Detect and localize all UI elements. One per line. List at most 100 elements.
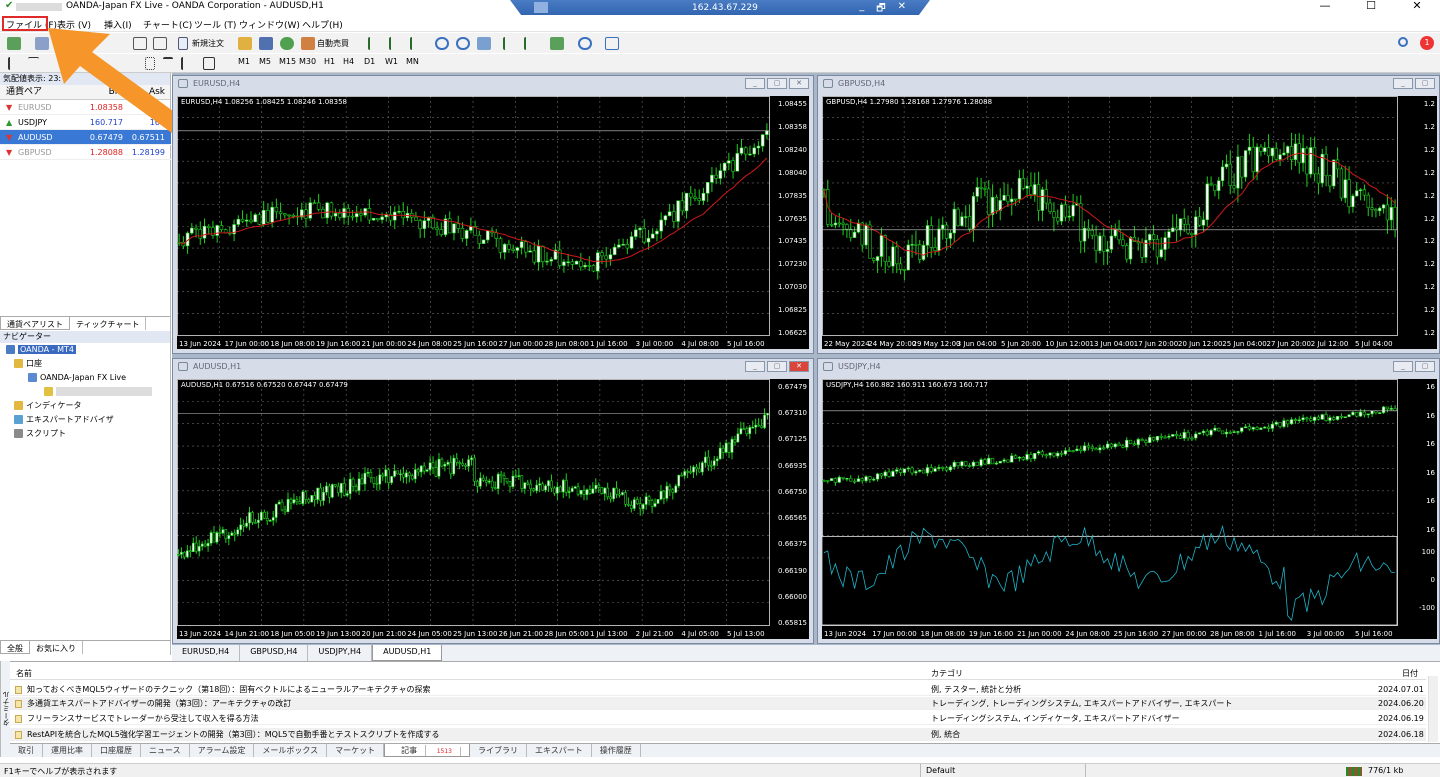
chart-canvas[interactable]: GBPUSD,H4 1.27980 1.28168 1.27976 1.2808…	[822, 96, 1437, 349]
candle-body	[502, 475, 506, 479]
nav-server[interactable]: OANDA-Japan FX Live	[0, 371, 170, 385]
chart-window-gbpusd[interactable]: GBPUSD,H4 _ ▢ GBPUSD,H4 1.27980 1.28168 1…	[817, 75, 1440, 354]
chart-tab-eurusd[interactable]: EURUSD,H4	[172, 645, 241, 661]
period-m5[interactable]: M5	[259, 57, 271, 66]
col-date[interactable]: 日付	[1402, 668, 1418, 679]
period-m15[interactable]: M15	[279, 57, 296, 66]
article-row[interactable]: 知っておくべきMQL5ウィザードのテクニック（第18回）：固有ベクトルによるニュ…	[10, 683, 1426, 696]
tester-icon[interactable]	[280, 37, 294, 50]
chart-maximize-button[interactable]: ▢	[1415, 361, 1435, 372]
nav-account-item[interactable]	[0, 385, 170, 399]
chart-window-eurusd[interactable]: EURUSD,H4 _ ▢ ✕ EURUSD,H4 1.08256 1.08425 …	[172, 75, 814, 354]
term-tab-trade[interactable]: 取引	[10, 744, 43, 757]
term-tab-library[interactable]: ライブラリ	[470, 744, 527, 757]
period-h4[interactable]: H4	[343, 57, 354, 66]
price-chart[interactable]	[822, 379, 1437, 639]
candle-chart-icon[interactable]	[389, 37, 403, 50]
chart-close-button[interactable]: ✕	[789, 361, 809, 372]
terminal-icon[interactable]	[259, 37, 273, 50]
close-button[interactable]: ✕	[1394, 0, 1440, 14]
bar-chart-icon[interactable]	[368, 37, 382, 50]
term-tab-exposure[interactable]: 運用比率	[43, 744, 92, 757]
nav-indicators[interactable]: インディケータ	[0, 399, 170, 413]
price-chart[interactable]	[822, 96, 1437, 349]
auto-scroll-icon[interactable]	[524, 37, 538, 50]
terminal-scrollbar[interactable]	[1428, 676, 1438, 742]
chart-tab-gbpusd[interactable]: GBPUSD,H4	[240, 645, 309, 661]
chart-maximize-button[interactable]: ▢	[767, 78, 787, 89]
price-chart[interactable]	[177, 96, 809, 349]
tab-ticks[interactable]: ティックチャート	[70, 317, 147, 330]
chart-maximize-button[interactable]: ▢	[767, 361, 787, 372]
article-row[interactable]: RestAPIを統合したMQL5強化学習エージェントの開発（第3回）：MQL5で…	[10, 728, 1426, 741]
term-tab-journal[interactable]: 操作履歴	[592, 744, 641, 757]
menu-window[interactable]: ウィンドウ(W)	[239, 18, 300, 31]
tab-symbols[interactable]: 通貨ペアリスト	[0, 317, 70, 330]
nav-root[interactable]: OANDA - MT4	[0, 343, 170, 357]
minimize-button[interactable]: —	[1302, 0, 1348, 14]
chart-shift-icon[interactable]	[503, 37, 517, 50]
period-mn[interactable]: MN	[406, 57, 419, 66]
col-name[interactable]: 名前	[16, 668, 32, 679]
line-chart-icon[interactable]	[410, 37, 424, 50]
auto-trade-icon[interactable]	[301, 37, 315, 50]
period-m30[interactable]: M30	[299, 57, 316, 66]
search-icon[interactable]	[1398, 37, 1408, 47]
chart-canvas[interactable]: EURUSD,H4 1.08256 1.08425 1.08246 1.0835…	[177, 96, 809, 349]
article-row[interactable]: フリーランスサービスでトレーダーから受注して収入を得る方法 トレーディングシステム…	[10, 712, 1426, 725]
chart-tab-usdjpy[interactable]: USDJPY,H4	[308, 645, 373, 661]
menu-help[interactable]: ヘルプ(H)	[302, 18, 343, 31]
notifications-badge[interactable]: 1	[1420, 36, 1434, 50]
templates-icon[interactable]	[605, 37, 619, 50]
term-tab-articles[interactable]: 記事 1513	[384, 744, 470, 757]
arrows-icon[interactable]	[203, 57, 215, 70]
metaeditor-icon[interactable]	[238, 37, 252, 50]
period-w1[interactable]: W1	[385, 57, 398, 66]
term-tab-alerts[interactable]: アラーム設定	[190, 744, 255, 757]
chart-minimize-button[interactable]: _	[745, 78, 765, 89]
col-category[interactable]: カテゴリ	[931, 668, 963, 679]
chart-window-audusd[interactable]: AUDUSD,H1 _ ▢ ✕ AUDUSD,H1 0.67516 0.67520 …	[172, 358, 814, 644]
nav-scripts[interactable]: スクリプト	[0, 427, 170, 441]
auto-trade-button[interactable]: 自動売買	[317, 38, 349, 49]
periods-icon[interactable]	[578, 37, 592, 50]
article-row[interactable]: 多通貨エキスパートアドバイザーの開発（第3回）：アーキテクチャの改訂 トレーディン…	[10, 697, 1426, 710]
period-d1[interactable]: D1	[364, 57, 375, 66]
tab-favorites[interactable]: お気に入り	[30, 641, 83, 654]
chart-close-button[interactable]: ✕	[789, 78, 809, 89]
nav-accounts[interactable]: 口座	[0, 357, 170, 371]
chart-minimize-button[interactable]: _	[1393, 361, 1413, 372]
chart-maximize-button[interactable]: ▢	[1415, 78, 1435, 89]
term-tab-experts[interactable]: エキスパート	[527, 744, 592, 757]
indicators-icon[interactable]	[550, 37, 564, 50]
term-tab-news[interactable]: ニュース	[141, 744, 190, 757]
zoom-in-icon[interactable]	[435, 37, 449, 50]
zoom-out-icon[interactable]	[456, 37, 470, 50]
new-chart-icon[interactable]	[7, 37, 21, 50]
chart-canvas[interactable]: AUDUSD,H1 0.67516 0.67520 0.67447 0.6747…	[177, 379, 809, 639]
tile-windows-icon[interactable]	[477, 37, 491, 50]
term-tab-mailbox[interactable]: メールボックス	[254, 744, 328, 757]
maximize-button[interactable]: ☐	[1348, 0, 1394, 14]
period-m1[interactable]: M1	[238, 57, 250, 66]
crosshair-icon[interactable]	[28, 57, 39, 70]
cursor-icon[interactable]	[8, 57, 17, 70]
nav-experts[interactable]: エキスパートアドバイザ	[0, 413, 170, 427]
chart-minimize-button[interactable]: _	[1393, 78, 1413, 89]
chart-canvas[interactable]: CCI(14) -99.62951000-100USDJPY,H4 160.88…	[822, 379, 1437, 639]
chart-window-usdjpy[interactable]: USDJPY,H4 _▢ CCI(14) -99.62951000-100USD…	[817, 358, 1440, 644]
chart-tab-audusd[interactable]: AUDUSD,H1	[372, 645, 443, 661]
candle-body	[1328, 175, 1332, 187]
chart-minimize-button[interactable]: _	[745, 361, 765, 372]
market-watch-row[interactable]: ▼ GBPUSD 1.28088 1.28199	[0, 145, 171, 160]
period-h1[interactable]: H1	[324, 57, 335, 66]
new-order-button[interactable]: 新規注文	[192, 38, 224, 49]
term-tab-history[interactable]: 口座履歴	[92, 744, 141, 757]
term-tab-market[interactable]: マーケット	[327, 744, 385, 757]
menu-tools[interactable]: ツール (T)	[194, 18, 236, 31]
tab-common[interactable]: 全般	[0, 641, 30, 654]
candle-body	[1355, 412, 1359, 417]
connection-icon[interactable]	[534, 2, 548, 13]
price-chart[interactable]	[177, 379, 809, 639]
chart-window-icon	[823, 79, 833, 88]
